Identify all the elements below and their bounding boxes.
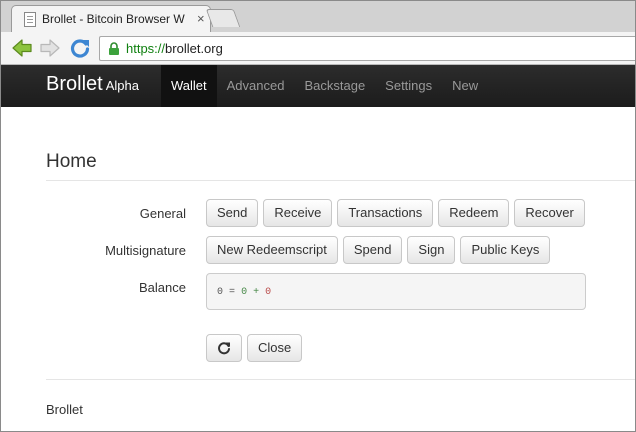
send-button[interactable]: Send (206, 199, 259, 227)
nav-item-new[interactable]: New (442, 65, 488, 107)
site-navbar: Brollet Alpha Wallet Advanced Backstage S… (1, 65, 635, 107)
page-icon (24, 12, 36, 27)
refresh-icon (218, 342, 230, 355)
balance-confirmed: 0 (241, 287, 248, 298)
reload-icon[interactable] (69, 37, 91, 59)
spend-button[interactable]: Spend (342, 236, 403, 264)
new-tab-button[interactable] (205, 9, 241, 27)
browser-window: Brollet - Bitcoin Browser W × https://br… (0, 0, 636, 432)
footer-text: Brollet (46, 402, 83, 417)
url-text: https://brollet.org (126, 41, 223, 56)
back-arrow-icon[interactable] (11, 37, 33, 59)
tab-strip: Brollet - Bitcoin Browser W × (1, 1, 635, 33)
nav-item-backstage[interactable]: Backstage (294, 65, 375, 107)
recover-button[interactable]: Recover (514, 199, 585, 227)
balance-equals: = (229, 287, 236, 298)
forward-arrow-icon[interactable] (39, 37, 61, 59)
nav-item-settings[interactable]: Settings (375, 65, 442, 107)
site-brand[interactable]: Brollet Alpha (46, 73, 139, 96)
balance-plus: + (253, 287, 260, 298)
receive-button[interactable]: Receive (263, 199, 333, 227)
footer-divider (46, 379, 635, 380)
sign-button[interactable]: Sign (407, 236, 456, 264)
close-button[interactable]: Close (247, 334, 303, 362)
divider (46, 180, 635, 181)
lock-icon (109, 42, 119, 55)
browser-toolbar: https://brollet.org (1, 32, 635, 65)
public-keys-button[interactable]: Public Keys (460, 236, 551, 264)
close-tab-icon[interactable]: × (197, 11, 205, 26)
balance-unconfirmed: 0 (265, 287, 272, 298)
redeem-button[interactable]: Redeem (438, 199, 510, 227)
nav-item-wallet[interactable]: Wallet (161, 65, 217, 107)
nav-item-advanced[interactable]: Advanced (217, 65, 295, 107)
brand-badge: Alpha (105, 78, 139, 93)
multisignature-label: Multisignature (105, 243, 186, 258)
new-redeemscript-button[interactable]: New Redeemscript (206, 236, 338, 264)
balance-label: Balance (139, 280, 186, 295)
brand-name: Brollet (46, 73, 103, 95)
general-label: General (139, 206, 186, 221)
refresh-button[interactable] (206, 334, 242, 362)
transactions-button[interactable]: Transactions (337, 199, 434, 227)
url-host: brollet.org (165, 41, 223, 56)
browser-tab[interactable]: Brollet - Bitcoin Browser W × (11, 5, 211, 33)
address-bar[interactable]: https://brollet.org (99, 36, 635, 61)
nav-menu: Wallet Advanced Backstage Settings New (161, 65, 488, 107)
page-title: Home (46, 151, 97, 172)
url-protocol: https:// (126, 41, 166, 56)
balance-total: 0 (217, 287, 224, 298)
balance-display: 0 = 0 + 0 (206, 273, 586, 310)
balance-actions: Close (206, 334, 303, 362)
general-actions: Send Receive Transactions Redeem Recover (206, 199, 585, 227)
multisignature-actions: New Redeemscript Spend Sign Public Keys (206, 236, 551, 264)
tab-title: Brollet - Bitcoin Browser W (42, 12, 185, 26)
